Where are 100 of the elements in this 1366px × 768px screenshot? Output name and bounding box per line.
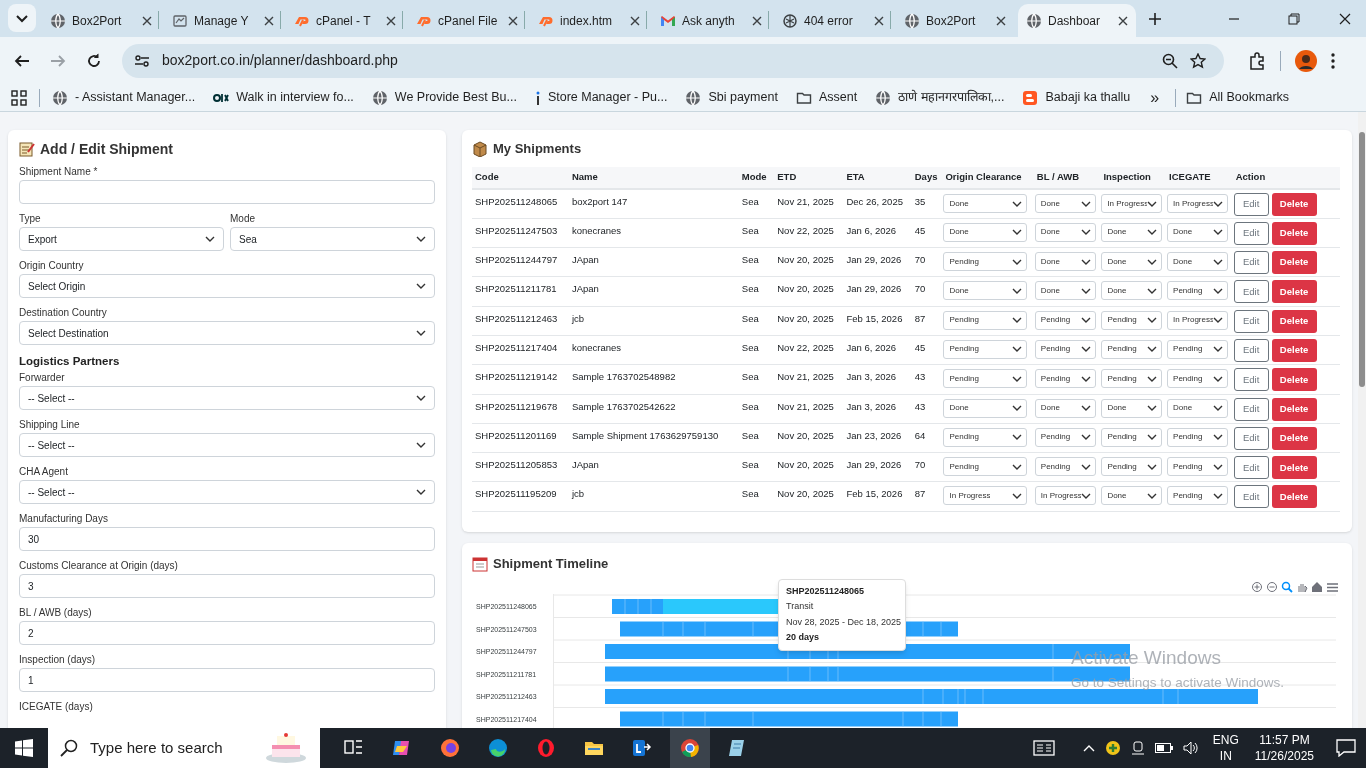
site-settings-icon[interactable] [134, 52, 150, 69]
status-select[interactable]: Done [1167, 398, 1229, 418]
home-icon[interactable] [1311, 581, 1323, 594]
edit-button[interactable]: Edit [1233, 193, 1269, 216]
status-select[interactable]: Pending [1167, 369, 1229, 389]
status-select[interactable]: Pending [943, 457, 1028, 477]
news-icon[interactable] [1032, 740, 1055, 756]
input-field[interactable]: 1 [19, 668, 435, 692]
status-select[interactable]: Pending [1101, 369, 1163, 389]
status-select[interactable]: Done [1101, 222, 1163, 242]
close-icon[interactable] [508, 15, 518, 26]
delete-button[interactable]: Delete [1271, 456, 1317, 480]
notifications-icon[interactable] [1336, 739, 1356, 757]
new-tab-icon[interactable] [1148, 12, 1162, 26]
address-bar[interactable]: box2port.co.in/planner/dashboard.php [122, 43, 1224, 78]
status-select[interactable]: Done [1101, 252, 1163, 272]
status-select[interactable]: Pending [1034, 310, 1096, 330]
status-select[interactable]: Pending [943, 252, 1028, 272]
status-select[interactable]: Pending [1034, 340, 1096, 359]
status-select[interactable]: Done [943, 222, 1028, 242]
close-icon[interactable] [264, 15, 274, 26]
edit-button[interactable]: Edit [1233, 456, 1269, 480]
status-select[interactable]: Pending [1167, 427, 1229, 447]
status-select[interactable]: Done [943, 194, 1028, 213]
zoom-in-icon[interactable] [1251, 581, 1263, 594]
status-select[interactable]: Pending [1167, 281, 1229, 301]
close-icon[interactable] [1118, 15, 1128, 26]
battery-icon[interactable] [1154, 743, 1173, 753]
language-indicator[interactable]: ENG IN [1212, 732, 1239, 764]
back-icon[interactable] [14, 52, 30, 69]
browser-tab[interactable]: 404 error [774, 4, 892, 37]
delete-button[interactable]: Delete [1271, 221, 1317, 245]
windows-start-icon[interactable] [15, 739, 33, 757]
profile-avatar-icon[interactable] [1295, 49, 1317, 72]
close-icon[interactable] [874, 15, 884, 26]
status-select[interactable]: Pending [1167, 486, 1229, 506]
more-bookmarks-button[interactable]: » [1150, 85, 1160, 110]
search-icon[interactable] [1281, 581, 1293, 594]
scrollbar-thumb[interactable] [1359, 132, 1365, 387]
firefox-icon[interactable] [439, 737, 461, 759]
select-field[interactable]: Export [19, 227, 224, 251]
edit-button[interactable]: Edit [1233, 397, 1269, 421]
status-select[interactable]: Pending [1167, 457, 1229, 477]
delete-button[interactable]: Delete [1271, 485, 1317, 509]
zoom-out-icon[interactable] [1266, 581, 1278, 594]
bookmark[interactable]: Sbi payment [685, 88, 778, 107]
taskbar-search-field[interactable]: Type here to search [48, 728, 320, 768]
input-field[interactable]: 3 [19, 574, 435, 598]
status-select[interactable]: Pending [1034, 427, 1096, 447]
edge-icon[interactable] [487, 737, 509, 759]
status-select[interactable]: Done [1034, 281, 1096, 301]
bookmark-star-icon[interactable] [1190, 52, 1206, 69]
delete-button[interactable]: Delete [1271, 426, 1317, 450]
chevron-up-icon[interactable] [1082, 744, 1095, 752]
edit-button[interactable]: Edit [1233, 426, 1269, 450]
all-bookmarks-button[interactable]: All Bookmarks [1186, 88, 1290, 107]
browser-tab[interactable]: Box2Port [42, 4, 160, 37]
close-window-icon[interactable] [1339, 12, 1351, 25]
status-select[interactable]: Pending [1101, 310, 1163, 330]
status-select[interactable]: In Progress [1101, 194, 1163, 213]
edit-button[interactable]: Edit [1233, 280, 1269, 304]
edit-button[interactable]: Edit [1233, 221, 1269, 245]
bookmark[interactable]: Babaji ka thallu [1022, 88, 1131, 107]
close-icon[interactable] [752, 15, 762, 26]
webcam-icon[interactable] [1130, 741, 1145, 755]
status-select[interactable]: Pending [1101, 427, 1163, 447]
status-select[interactable]: Done [943, 281, 1028, 301]
status-select[interactable]: Done [1034, 398, 1096, 418]
browser-tab[interactable]: cPanel File [408, 4, 526, 37]
select-field[interactable]: Select Origin [19, 274, 435, 298]
close-icon[interactable] [630, 15, 640, 26]
status-select[interactable]: In Progress [1034, 486, 1096, 506]
status-select[interactable]: In Progress [1167, 194, 1229, 213]
remote-app-icon[interactable] [631, 737, 653, 759]
status-select[interactable]: Pending [1101, 457, 1163, 477]
browser-tab[interactable]: index.htm [530, 4, 648, 37]
status-select[interactable]: Done [1167, 222, 1229, 242]
bookmark[interactable]: ठाणे महानगरपालिका,... [875, 88, 1005, 107]
extensions-icon[interactable] [1248, 51, 1266, 70]
speaker-icon[interactable] [1182, 741, 1199, 755]
restore-icon[interactable] [1288, 12, 1300, 25]
browser-tab[interactable]: Manage Y [164, 4, 282, 37]
delete-button[interactable]: Delete [1271, 339, 1317, 362]
edit-button[interactable]: Edit [1233, 309, 1269, 333]
delete-button[interactable]: Delete [1271, 397, 1317, 421]
status-select[interactable]: Pending [943, 427, 1028, 447]
edit-button[interactable]: Edit [1233, 368, 1269, 392]
status-select[interactable]: Pending [943, 310, 1028, 330]
menu-dots-icon[interactable] [1331, 52, 1335, 69]
status-select[interactable]: Pending [1034, 457, 1096, 477]
status-select[interactable]: Done [1101, 281, 1163, 301]
select-field[interactable]: -- Select -- [19, 386, 435, 410]
edit-button[interactable]: Edit [1233, 339, 1269, 362]
status-select[interactable]: Done [1101, 486, 1163, 506]
status-select[interactable]: Pending [943, 340, 1028, 359]
bookmark[interactable]: Store Manager - Pu... [534, 88, 668, 107]
plus-badge-icon[interactable] [1104, 740, 1121, 756]
status-select[interactable]: Done [1167, 252, 1229, 272]
status-select[interactable]: Done [1034, 222, 1096, 242]
apps-grid-icon[interactable] [11, 89, 27, 106]
